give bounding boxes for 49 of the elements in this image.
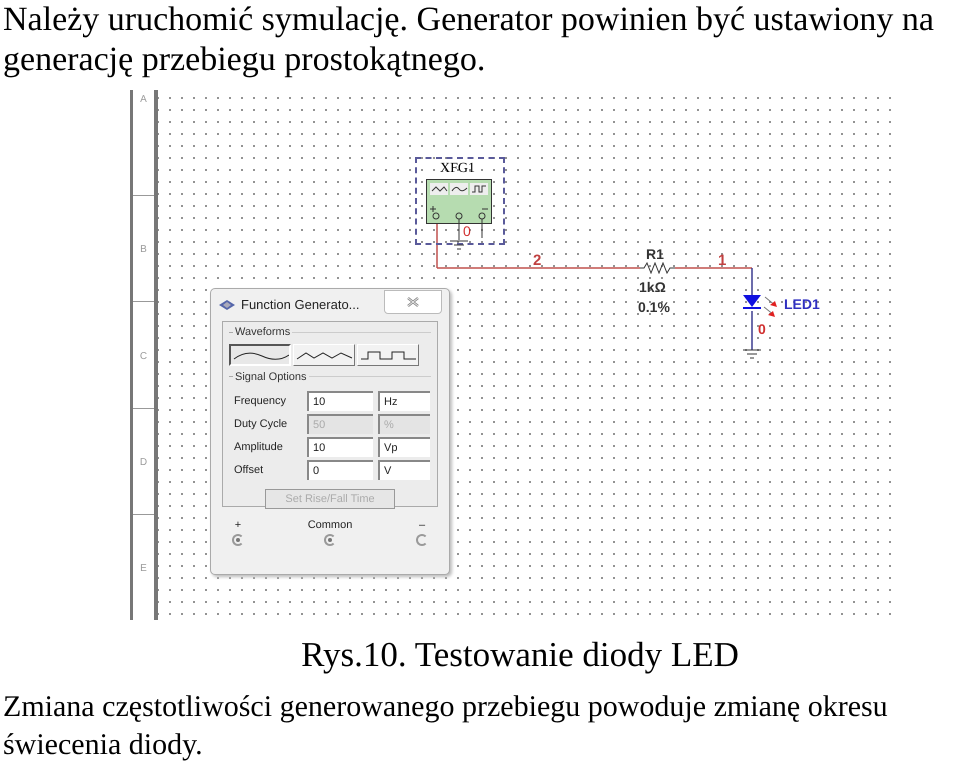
group-label: Signal Options [235, 370, 307, 384]
row-label: D [140, 456, 148, 470]
terminal-connector[interactable] [416, 534, 428, 546]
unit-field[interactable]: Hz [378, 391, 430, 411]
option-label: Duty Cycle [234, 416, 288, 432]
value-field[interactable]: 0 [307, 460, 373, 480]
option-label: Amplitude [234, 440, 284, 455]
app-icon [218, 299, 236, 311]
value-field[interactable]: 10 [307, 391, 373, 411]
instrument-label: XFG1 [440, 160, 476, 178]
terminal-connector[interactable] [232, 534, 244, 546]
net-label: 1 [718, 251, 726, 271]
node-label: 0 [758, 320, 766, 339]
net-label: 2 [533, 251, 542, 271]
resistor-label: R1 [646, 245, 664, 264]
terminal-label: – [418, 519, 426, 531]
unit-field[interactable]: V [378, 460, 430, 480]
intro-paragraph: Należy uruchomić symulację. Generator powinien być ustawiony na generację przebiegu prostokątnego. [2, 0, 935, 80]
terminal-label: + [234, 519, 242, 531]
row-label: B [140, 243, 147, 258]
row-label: C [140, 350, 148, 364]
ground-icon [449, 240, 469, 250]
square-wave-button[interactable] [357, 344, 419, 366]
node-label: 0 [463, 222, 471, 241]
square-wave-icon [470, 183, 488, 195]
triangle-wave-icon [430, 183, 448, 195]
close-icon [407, 297, 419, 307]
row-label: A [140, 93, 147, 107]
sine-wave-icon [450, 183, 468, 195]
resistor-icon [640, 262, 675, 274]
window-title: Function Generato... [241, 296, 360, 314]
terminal-connector[interactable] [324, 534, 336, 546]
group-label: Waveforms [235, 325, 290, 340]
option-label: Frequency [234, 394, 287, 409]
row-label: E [140, 562, 147, 576]
unit-field[interactable]: Vp [378, 437, 430, 457]
resistor-tolerance: 0.1% [638, 298, 670, 317]
sine-wave-button[interactable] [229, 344, 291, 366]
triangle-wave-button[interactable] [293, 344, 355, 366]
wire [751, 311, 753, 350]
body-paragraph: Zmiana częstotliwości generowanego przebiegu powoduje zmianę okresu świecenia diody. [2, 689, 889, 763]
value-field[interactable]: 10 [307, 437, 373, 457]
close-button[interactable] [384, 290, 442, 314]
terminal-label: Common [308, 519, 352, 531]
led-label: LED1 [784, 295, 820, 314]
ground-icon [742, 349, 762, 359]
figure-caption: Rys.10. Testowanie diody LED [301, 634, 739, 676]
option-label: Offset [234, 462, 264, 478]
resistor-value: 1kΩ [639, 278, 666, 297]
